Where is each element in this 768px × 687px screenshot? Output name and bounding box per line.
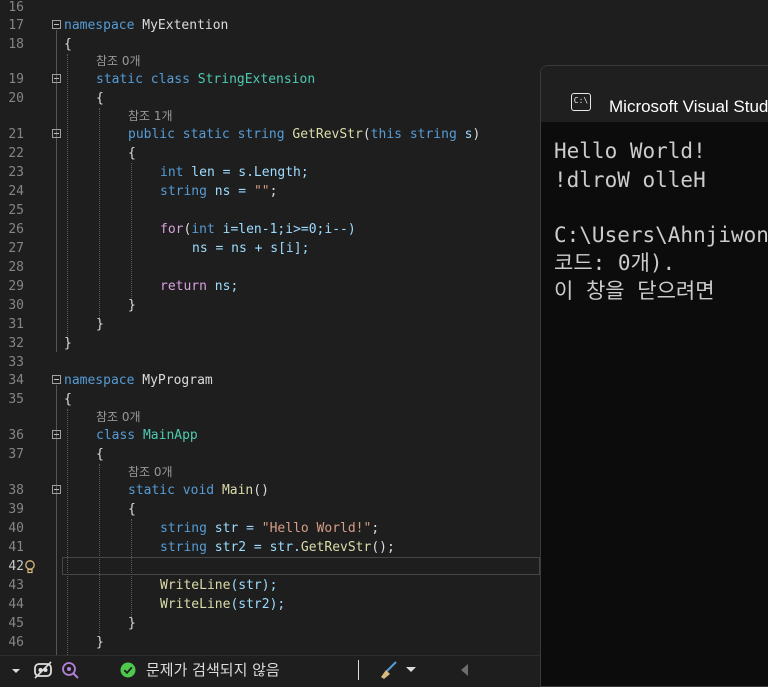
code-line[interactable]: }	[128, 614, 136, 633]
code-line[interactable]: string str2 = str.GetRevStr();	[160, 538, 395, 557]
code-line[interactable]: {	[64, 35, 72, 54]
console-title-bar[interactable]: C:\ Microsoft Visual Studio 디버그 콘솔	[541, 66, 768, 122]
codelens-references[interactable]: 참조 0개	[96, 408, 141, 426]
code-line[interactable]: ns = ns + s[i];	[192, 239, 309, 258]
copilot-icon[interactable]	[33, 660, 53, 680]
lightbulb-icon[interactable]	[24, 560, 36, 574]
code-line[interactable]: public static string GetRevStr(this stri…	[128, 125, 480, 144]
code-line[interactable]: string str = "Hello World!";	[160, 519, 379, 538]
chevron-down-icon	[12, 669, 20, 673]
codelens-references[interactable]: 참조 0개	[96, 52, 141, 70]
code-line[interactable]: }	[96, 315, 104, 334]
code-line[interactable]: int len = s.Length;	[160, 163, 309, 182]
code-line[interactable]: namespace MyProgram	[64, 371, 213, 390]
code-line[interactable]: class MainApp	[96, 426, 198, 445]
line-number: 16	[8, 0, 24, 15]
line-number: 25	[8, 203, 24, 218]
console-output-line: 이 창을 닫으려면	[554, 279, 715, 303]
code-line[interactable]: {	[128, 144, 136, 163]
line-number: 33	[8, 355, 24, 370]
line-16: 16	[0, 0, 768, 17]
console-output-line: Hello World!	[554, 139, 706, 163]
console-output-line: !dlroW olleH	[554, 168, 706, 192]
code-line[interactable]: {	[96, 89, 104, 108]
console-output-line: 코드: 0개).	[554, 251, 676, 275]
code-line[interactable]: }	[128, 296, 136, 315]
zoom-dropdown[interactable]	[2, 656, 30, 684]
code-line[interactable]: for(int i=len-1;i>=0;i--)	[160, 220, 356, 239]
chevron-down-icon[interactable]	[405, 666, 417, 674]
intellicode-icon[interactable]	[60, 660, 80, 680]
console-output-line: C:\Users\Ahnjiwon	[554, 223, 768, 247]
scroll-left-icon[interactable]	[460, 664, 470, 676]
code-line[interactable]: namespace MyExtention	[64, 16, 228, 35]
check-circle-icon	[120, 662, 136, 678]
editor-status-bar: 문제가 검색되지 않음	[0, 655, 540, 684]
console-title: Microsoft Visual Studio 디버그 콘솔	[609, 97, 768, 116]
current-line-number: 42	[8, 559, 24, 574]
status-divider	[358, 660, 359, 680]
code-line[interactable]: {	[96, 445, 104, 464]
console-icon: C:\	[571, 93, 591, 111]
codelens-references[interactable]: 참조 0개	[128, 463, 173, 481]
code-line[interactable]: static class StringExtension	[96, 70, 315, 89]
line-number: 28	[8, 260, 24, 275]
code-line[interactable]: {	[64, 390, 72, 409]
code-line[interactable]: WriteLine(str);	[160, 576, 277, 595]
code-line[interactable]: return ns;	[160, 277, 238, 296]
code-line[interactable]: WriteLine(str2);	[160, 595, 285, 614]
code-line[interactable]: static void Main()	[128, 481, 269, 500]
code-cleanup-icon[interactable]	[378, 660, 400, 680]
codelens-references[interactable]: 참조 1개	[128, 107, 173, 125]
code-line[interactable]: {	[128, 500, 136, 519]
code-line[interactable]: }	[96, 633, 104, 652]
debug-console-window[interactable]: C:\ Microsoft Visual Studio 디버그 콘솔 Hello…	[540, 65, 768, 687]
current-line-highlight	[62, 557, 540, 575]
code-line[interactable]: }	[64, 334, 72, 353]
code-line[interactable]: string ns = "";	[160, 182, 277, 201]
issues-status[interactable]: 문제가 검색되지 않음	[146, 656, 280, 684]
